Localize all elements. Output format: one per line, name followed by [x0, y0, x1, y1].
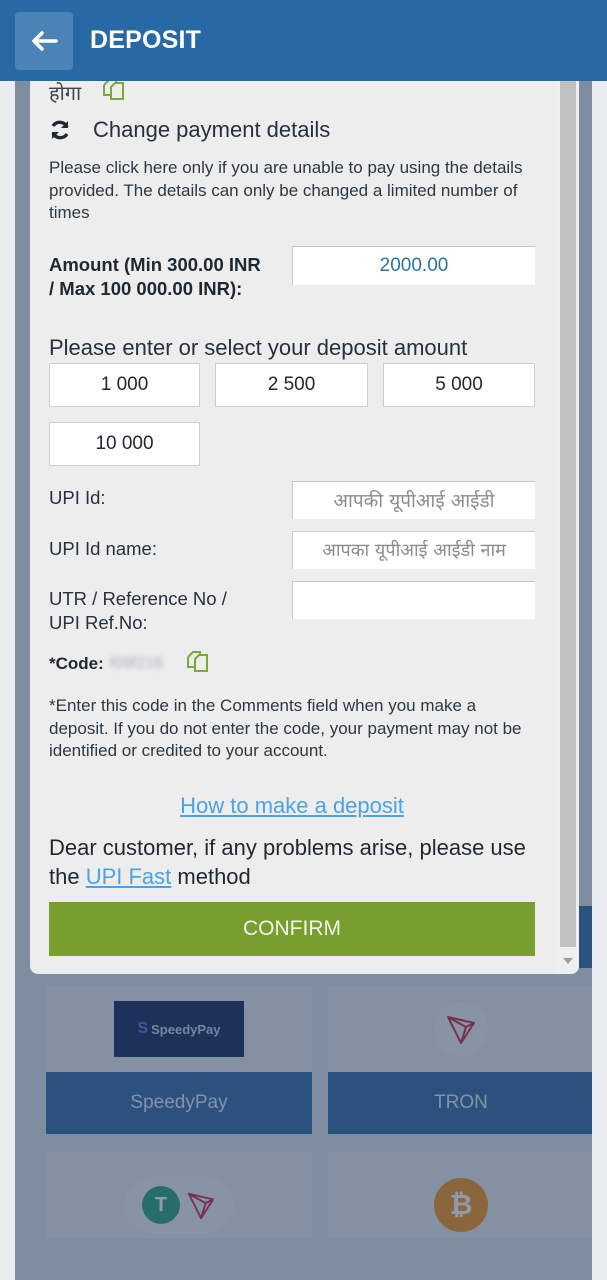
- upi-id-name-input[interactable]: [292, 531, 535, 569]
- deposit-modal: होगा Change payment details Please click…: [30, 81, 579, 974]
- preset-amount-button[interactable]: 1 000: [49, 363, 200, 407]
- page-margin-right: [592, 80, 607, 1280]
- change-payment-note: Please click here only if you are unable…: [49, 158, 523, 222]
- amount-input[interactable]: [292, 246, 535, 285]
- copy-code-icon[interactable]: [185, 649, 211, 678]
- amount-label: Amount (Min 300.00 INR / Max 100 000.00 …: [49, 254, 261, 299]
- payment-detail-text: होगा: [49, 82, 82, 105]
- upi-id-input[interactable]: [292, 481, 535, 519]
- scrollbar-thumb[interactable]: [560, 81, 576, 947]
- change-payment-details-label: Change payment details: [93, 117, 331, 142]
- utr-reference-input[interactable]: [292, 581, 535, 619]
- payment-detail-row: होगा: [49, 81, 127, 107]
- page-title: DEPOSIT: [90, 26, 202, 54]
- upi-fast-link[interactable]: UPI Fast: [86, 864, 172, 889]
- how-to-deposit-link[interactable]: How to make a deposit: [49, 793, 535, 819]
- arrow-left-icon: [32, 30, 58, 51]
- app-header: DEPOSIT: [0, 0, 607, 81]
- upi-id-name-label: UPI Id name:: [49, 538, 157, 559]
- utr-reference-label: UTR / Reference No / UPI Ref.No:: [49, 588, 227, 633]
- back-button[interactable]: [15, 11, 73, 70]
- code-value: f09f216: [109, 654, 164, 672]
- copy-icon[interactable]: [101, 81, 127, 107]
- change-payment-details-button[interactable]: Change payment details: [49, 117, 330, 143]
- select-amount-title: Please enter or select your deposit amou…: [49, 335, 468, 360]
- scroll-down-arrow-icon[interactable]: [563, 958, 573, 964]
- confirm-button[interactable]: CONFIRM: [49, 902, 535, 956]
- support-message-suffix: method: [171, 864, 251, 889]
- deposit-code-row: *Code: f09f216: [49, 649, 211, 678]
- modal-scrollbar[interactable]: [557, 81, 579, 974]
- code-label: *Code:: [49, 653, 104, 673]
- refresh-icon: [51, 120, 69, 140]
- preset-amount-button[interactable]: 5 000: [383, 363, 535, 407]
- page-margin-left: [0, 80, 15, 1280]
- support-message: Dear customer, if any problems arise, pl…: [49, 833, 539, 891]
- preset-amount-button[interactable]: 10 000: [49, 422, 200, 466]
- preset-amount-button[interactable]: 2 500: [215, 363, 368, 407]
- upi-id-label: UPI Id:: [49, 487, 106, 508]
- code-instruction-note: *Enter this code in the Comments field w…: [49, 696, 522, 760]
